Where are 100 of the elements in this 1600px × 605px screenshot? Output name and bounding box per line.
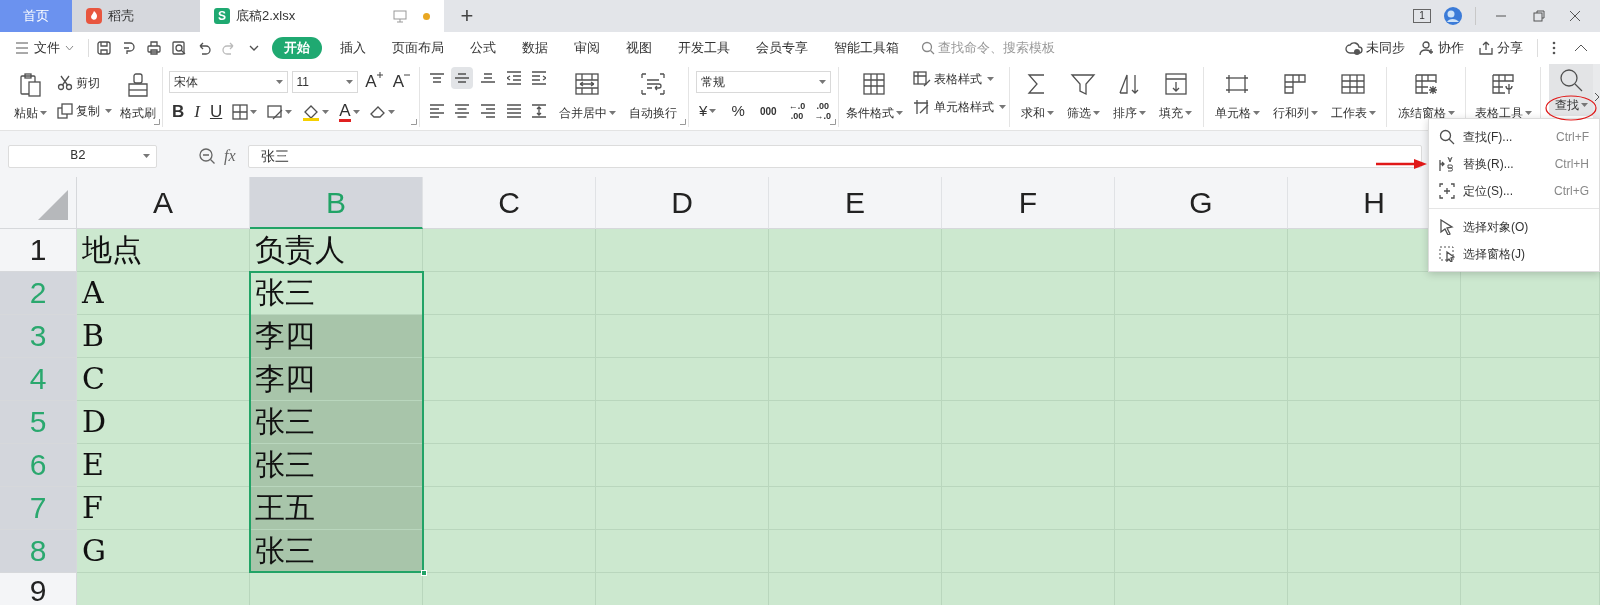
caret-icon	[819, 80, 826, 84]
name-box[interactable]: B2	[8, 144, 157, 168]
cloud-icon	[1345, 40, 1363, 56]
column-header[interactable]: G	[1115, 177, 1288, 229]
grow-font-button[interactable]: A	[362, 70, 386, 94]
bold-button[interactable]: B	[169, 100, 188, 124]
find-button[interactable]: 查找	[1549, 64, 1593, 116]
fill-button[interactable]: 填充	[1155, 67, 1196, 127]
chevron-down-icon	[65, 45, 74, 51]
worksheet-icon	[1340, 72, 1366, 96]
eraser-icon	[369, 104, 386, 120]
cell-button[interactable]: 单元格	[1212, 67, 1262, 127]
avatar-icon[interactable]	[1443, 6, 1463, 26]
format-painter-button[interactable]: 格式刷	[116, 67, 161, 127]
ribbon-tab[interactable]: 会员专享	[744, 37, 820, 59]
ribbon-tab[interactable]: 数据	[510, 37, 560, 59]
document-tab[interactable]: 稻壳	[72, 0, 200, 32]
ribbon-tab[interactable]: 视图	[614, 37, 664, 59]
underline-button[interactable]: U	[206, 100, 226, 124]
sort-button[interactable]: 排序	[1109, 67, 1150, 127]
zoom-out-icon[interactable]	[198, 147, 216, 165]
shortcut-label: Ctrl+G	[1554, 182, 1589, 200]
layout-badge[interactable]: 1	[1413, 9, 1431, 23]
clipboard-icon	[17, 72, 44, 98]
italic-button[interactable]: I	[191, 100, 203, 124]
percent-button[interactable]: %	[728, 99, 748, 123]
new-tab-button[interactable]: +	[450, 0, 484, 32]
number-format-select[interactable]: 常规	[696, 71, 831, 93]
caret-icon	[1310, 111, 1318, 115]
currency-button[interactable]: ¥	[696, 99, 720, 123]
caret-icon	[1046, 111, 1054, 115]
wrap-text-icon	[640, 72, 667, 96]
sum-button[interactable]: 求和	[1017, 67, 1058, 127]
caret-icon	[1447, 111, 1455, 115]
ribbon-tab[interactable]: 页面布局	[380, 37, 456, 59]
ribbon-tab[interactable]: 公式	[458, 37, 508, 59]
font-name-select[interactable]: 宋体	[169, 71, 288, 93]
search-icon	[921, 41, 935, 55]
cell-style-button[interactable]: 单元格样式	[912, 95, 1006, 119]
font-color-button[interactable]: A	[336, 100, 363, 124]
ribbon-tab[interactable]: 审阅	[562, 37, 612, 59]
align-left-icon	[429, 104, 444, 118]
row-header[interactable]: 1	[0, 229, 77, 272]
filter-button[interactable]: 筛选	[1063, 67, 1104, 127]
dashed-cursor-icon	[1439, 245, 1455, 262]
align-middle-icon-button[interactable]	[451, 67, 474, 89]
column-header[interactable]: F	[942, 177, 1115, 229]
worksheet-button[interactable]: 工作表	[1328, 67, 1378, 127]
save-icon[interactable]	[96, 40, 112, 56]
thousands-button[interactable]: 000	[756, 99, 780, 123]
ribbon-tab[interactable]: 智能工具箱	[822, 37, 911, 59]
conditional-format-button[interactable]: 条件格式	[842, 67, 907, 127]
align-center-icon	[455, 104, 470, 118]
paste-button[interactable]: 粘贴	[7, 67, 54, 127]
corner-triangle-icon	[38, 190, 68, 220]
menu-item[interactable]: 替换(R)... Ctrl+H	[1429, 150, 1599, 177]
scroll-right-icon[interactable]	[1593, 92, 1600, 102]
restore-icon[interactable]	[1532, 9, 1546, 23]
table-highlight-icon	[861, 72, 888, 96]
cut-button[interactable]: 剪切	[57, 71, 113, 95]
ribbon-tab[interactable]: 开发工具	[666, 37, 742, 59]
column-header[interactable]: A	[77, 177, 250, 229]
increase-indent-icon	[532, 71, 547, 85]
document-tab[interactable]: S 底稿2.xlsx	[200, 0, 444, 32]
font-size-select[interactable]: 11	[291, 71, 359, 93]
toolbar-action[interactable]: 未同步	[1345, 38, 1405, 58]
menu-item[interactable]: 选择窗格(J)	[1429, 240, 1599, 267]
search-icon	[1439, 128, 1455, 145]
table-style-button[interactable]: 表格样式	[912, 67, 1006, 91]
table-pen-icon	[912, 71, 931, 87]
toolbar-action[interactable]: 协作	[1419, 38, 1464, 58]
close-icon[interactable]	[1568, 9, 1582, 23]
print-preview-icon[interactable]	[171, 40, 187, 56]
ribbon-tab[interactable]: 插入	[328, 37, 378, 59]
rows-columns-button[interactable]: 行和列	[1270, 67, 1320, 127]
increase-decimal-button[interactable]: ←.0 .00	[788, 101, 806, 121]
file-menu[interactable]: 文件	[15, 38, 81, 58]
caret-icon	[40, 111, 48, 115]
column-header[interactable]: C	[423, 177, 596, 229]
table-cell: G	[77, 530, 250, 573]
column-header[interactable]: D	[596, 177, 769, 229]
collapse-icon[interactable]	[1574, 44, 1588, 52]
caret-icon	[609, 111, 616, 115]
copy-button[interactable]: 复制	[57, 99, 113, 123]
row-header[interactable]: 9	[0, 573, 77, 605]
justify-icon	[506, 104, 521, 118]
toolbar-action[interactable]: 分享	[1478, 38, 1523, 58]
print-icon[interactable]	[146, 40, 162, 56]
fill-handle[interactable]	[421, 570, 427, 576]
column-header[interactable]: E	[769, 177, 942, 229]
formula-input[interactable]: 张三	[247, 144, 1422, 168]
function-button[interactable]: fx	[224, 144, 236, 168]
merge-center-button[interactable]: 合并居中	[554, 67, 621, 127]
decrease-decimal-button[interactable]: .00 →.0	[814, 101, 831, 121]
wrap-text-button[interactable]: 自动换行	[624, 67, 683, 127]
table-cell: F	[77, 487, 250, 530]
command-search-field[interactable]: 查找命令、搜索模板	[921, 38, 1101, 58]
caret-icon	[346, 80, 354, 84]
shrink-font-button[interactable]: A	[389, 70, 413, 94]
more-icon[interactable]	[1552, 41, 1556, 55]
